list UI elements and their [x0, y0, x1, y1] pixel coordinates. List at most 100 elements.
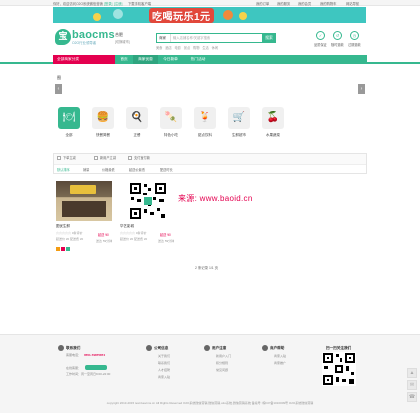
- filter-checkbox[interactable]: [57, 156, 61, 160]
- top-link-service[interactable]: 我的服务: [277, 1, 290, 6]
- hot-words: 美食 酒店 电影 景点 购物 生活 休闲: [156, 45, 218, 50]
- logo-icon[interactable]: 宝: [55, 29, 71, 45]
- footer-phone: 0551-79875874: [84, 353, 106, 357]
- top-link-cart[interactable]: 我的购物车: [320, 1, 336, 6]
- search-input[interactable]: 输入店铺名称/关键字搜索: [173, 34, 210, 42]
- top-link-sitemap[interactable]: 网站导航: [346, 1, 359, 6]
- product-delivery: 送达 59分钟: [158, 239, 175, 243]
- product-name[interactable]: 图优生鲜: [56, 224, 112, 229]
- nav-category-all[interactable]: 全部商家分类: [53, 55, 115, 64]
- category-label[interactable]: 全部: [54, 133, 84, 138]
- category-drink-icon[interactable]: 🍹: [194, 107, 216, 129]
- search-button[interactable]: 搜索: [262, 33, 276, 43]
- product-min-order: 起送 ¥0: [160, 233, 171, 237]
- balloon-icon: [93, 13, 101, 21]
- footer-link[interactable]: 常见问题: [216, 368, 228, 372]
- badge-icon: [60, 247, 65, 251]
- footer-link[interactable]: 商家入驻: [274, 354, 286, 358]
- filter-label: 支付宝付款: [134, 156, 150, 160]
- category-label[interactable]: 快餐简餐: [88, 133, 118, 138]
- footer-link[interactable]: 商家推广: [274, 361, 286, 365]
- app-link[interactable]: 下载手机客户端: [128, 1, 151, 6]
- category-label[interactable]: 水果蔬菜: [258, 133, 288, 138]
- category-label[interactable]: 正餐: [122, 133, 152, 138]
- category-all-icon[interactable]: 🍽: [58, 107, 80, 129]
- login-link[interactable]: [登录]: [104, 1, 112, 6]
- slider-next-button[interactable]: ›: [358, 84, 365, 94]
- quality-icon: ✓: [316, 31, 325, 40]
- footer-qr-code-icon: [322, 352, 356, 386]
- footer-link[interactable]: 商家入驻: [158, 375, 170, 379]
- hot-word[interactable]: 电影: [175, 46, 181, 50]
- hot-word[interactable]: 酒店: [165, 46, 171, 50]
- search-box: 商家 输入店铺名称/关键字搜索 搜索: [156, 33, 276, 43]
- hot-word[interactable]: 休闲: [212, 46, 218, 50]
- promo-banner[interactable]: 吃喝玩乐1元: [53, 7, 366, 23]
- footer-link[interactable]: 人才招聘: [158, 368, 170, 372]
- product-image[interactable]: [120, 181, 176, 221]
- hot-word[interactable]: 美食: [156, 46, 162, 50]
- category-fruit-icon[interactable]: 🍒: [262, 107, 284, 129]
- footer-link[interactable]: 新用户入门: [216, 354, 231, 358]
- contact-icon: [58, 345, 64, 351]
- top-link-member[interactable]: 我的会员: [298, 1, 311, 6]
- footer-col-title: 用户注意: [212, 346, 227, 350]
- hot-word[interactable]: 生活: [202, 46, 208, 50]
- sort-bar: 默认排序 销量 价格最低 起送价最低 配送时长: [54, 164, 366, 173]
- slider-prev-button[interactable]: ‹: [55, 84, 62, 94]
- category-label[interactable]: 特色小吃: [156, 133, 186, 138]
- category-breakfast-icon[interactable]: 🍳: [126, 107, 148, 129]
- feedback-icon[interactable]: ✉: [407, 380, 417, 390]
- filter-label: 下单立减: [63, 156, 76, 160]
- top-link-orders[interactable]: 我的订单: [256, 1, 269, 6]
- bubble-icon: [113, 9, 123, 19]
- product-delivery: 送达 59分钟: [96, 239, 113, 243]
- sort-min-order[interactable]: 起送价最低: [129, 167, 145, 172]
- footer-link[interactable]: 积分规则: [216, 361, 228, 365]
- quality-label: 品质保证: [314, 43, 327, 47]
- top-bar: 你好，欢迎访问O2O系统微信营销 [登录] [注册] 下载手机客户端 我的订单 …: [0, 0, 420, 6]
- register-link[interactable]: [注册]: [114, 1, 122, 6]
- sort-sales[interactable]: 销量: [83, 167, 89, 172]
- category-market-icon[interactable]: 🛒: [228, 107, 250, 129]
- sort-default[interactable]: 默认排序: [57, 167, 70, 172]
- product-image[interactable]: [56, 181, 112, 221]
- city-switch[interactable]: [切换城市]: [115, 39, 130, 44]
- hot-word[interactable]: 购物: [193, 46, 199, 50]
- company-icon: [146, 345, 152, 351]
- hot-word[interactable]: 景点: [184, 46, 190, 50]
- storefront-icon: [62, 201, 106, 217]
- refund-icon: ↺: [333, 31, 342, 40]
- nav-new[interactable]: 今日新单: [158, 55, 183, 64]
- sort-delivery-time[interactable]: 配送时长: [160, 167, 173, 172]
- product-badges: [56, 247, 74, 251]
- footer-contact-title: 联系我们: [66, 346, 81, 350]
- fruit-deco-icon: [223, 10, 233, 20]
- product-card[interactable]: 图优生鲜 ☆☆☆☆☆ 0条评价 起送价 ¥0 配送费 ¥0 起送 ¥0 送达 5…: [56, 181, 113, 251]
- search-scope-select[interactable]: 商家: [157, 34, 171, 42]
- filter-checkbox[interactable]: [128, 156, 132, 160]
- category-snack-icon[interactable]: 🍡: [160, 107, 182, 129]
- product-name[interactable]: 华艺影城: [120, 224, 176, 229]
- category-label[interactable]: 甜点饮料: [190, 133, 220, 138]
- filter-checkbox[interactable]: [94, 156, 98, 160]
- nav-events[interactable]: 热门活动: [183, 55, 213, 64]
- slider-title: 图: [57, 75, 61, 80]
- back-to-top-icon[interactable]: ▲: [407, 368, 417, 378]
- sort-price[interactable]: 价格最低: [102, 167, 115, 172]
- footer-qr-title: 扫一扫关注我们: [326, 346, 352, 350]
- nav-home[interactable]: 首页: [115, 55, 133, 64]
- copyright: copyright 2013-2015 test.baocms.cn All R…: [106, 401, 314, 405]
- footer-link[interactable]: 关于我们: [158, 354, 170, 358]
- qr-code-icon: [128, 181, 168, 221]
- category-fastfood-icon[interactable]: 🍔: [92, 107, 114, 129]
- badge-icon: [56, 247, 60, 251]
- filter-label: 新用户立减: [100, 156, 116, 160]
- footer-link[interactable]: 联系我们: [158, 361, 170, 365]
- online-service-button[interactable]: [85, 365, 107, 370]
- service-icon[interactable]: ☎: [407, 392, 417, 402]
- product-card[interactable]: 华艺影城 ☆☆☆☆☆ 0条评价 起送价 ¥0 配送费 ¥0 起送 ¥0 送达 5…: [120, 181, 176, 243]
- ball-deco-icon: [239, 12, 247, 20]
- nav-discount[interactable]: 商家优惠: [133, 55, 158, 64]
- category-label[interactable]: 生鲜超市: [224, 133, 254, 138]
